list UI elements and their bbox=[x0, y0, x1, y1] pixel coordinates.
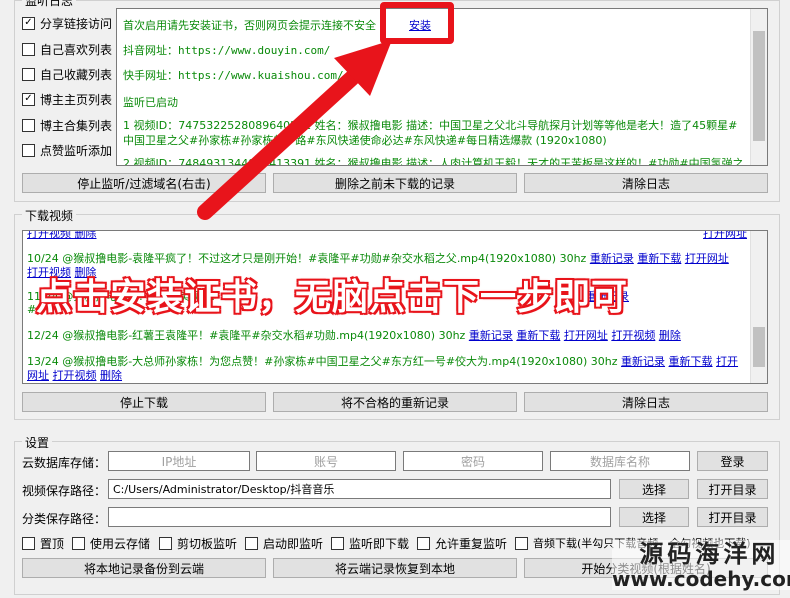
download-row-partial: 打开视频 删除 bbox=[27, 230, 97, 240]
stop-monitor-button[interactable]: 停止监听/过滤域名(右击) bbox=[22, 173, 266, 193]
ip-input[interactable]: IP地址 bbox=[108, 451, 250, 471]
log-entry-2: 2 视频ID：7484931344893413391 姓名：猴叔撸电影 描述：人… bbox=[123, 157, 744, 166]
watermark: 源码海洋网 www.codehy.com bbox=[612, 540, 790, 590]
restore-from-cloud-button[interactable]: 将云端记录恢复到本地 bbox=[273, 558, 517, 578]
login-button[interactable]: 登录 bbox=[697, 451, 768, 471]
open-url-link[interactable]: 打开网址 bbox=[564, 329, 608, 342]
option-like-monitor[interactable]: 点赞监听添加 bbox=[22, 141, 112, 159]
dbname-input[interactable]: 数据库名称 bbox=[550, 451, 690, 471]
choose-category-path-button[interactable]: 选择 bbox=[619, 507, 689, 527]
download-row-10: 10/24 @猴叔撸电影-袁隆平疯了！不过这才只是刚开始！#袁隆平#功勋#杂交水… bbox=[27, 252, 729, 265]
watermark-title: 源码海洋网 bbox=[639, 540, 780, 568]
download-row-partial-open-url[interactable]: 打开网址 bbox=[703, 231, 747, 241]
rerecord-link[interactable]: 重新记录 bbox=[621, 355, 665, 368]
monitor-log-scroll-thumb[interactable] bbox=[753, 31, 765, 141]
open-video-dir-button[interactable]: 打开目录 bbox=[697, 479, 768, 499]
settings-group-title: 设置 bbox=[22, 434, 53, 451]
log-started: 监听已启动 bbox=[123, 96, 178, 109]
category-path-input[interactable] bbox=[108, 507, 611, 527]
checkbox-my-likes[interactable] bbox=[22, 42, 35, 56]
clear-monitor-log-button[interactable]: 清除日志 bbox=[524, 173, 768, 193]
option-my-favorites[interactable]: 自己收藏列表 bbox=[22, 65, 112, 83]
option-clipboard-monitor[interactable]: 剪切板监听 bbox=[159, 535, 237, 551]
log-notice: 首次启用请先安装证书，否则网页会提示连接不安全 bbox=[123, 19, 376, 32]
backup-to-cloud-button[interactable]: 将本地记录备份到云端 bbox=[22, 558, 266, 578]
choose-video-path-button[interactable]: 选择 bbox=[619, 479, 689, 499]
option-use-cloud[interactable]: 使用云存储 bbox=[72, 535, 150, 551]
category-path-label: 分类保存路径： bbox=[22, 512, 107, 526]
delete-link[interactable]: 删除 bbox=[100, 369, 122, 382]
download-row-11-wrap: # bbox=[27, 303, 37, 316]
open-url-link[interactable]: 打开网址 bbox=[685, 252, 729, 265]
redownload-link[interactable]: 重新下载 bbox=[669, 355, 713, 368]
checkbox-my-favorites[interactable] bbox=[22, 67, 35, 81]
open-video-link[interactable]: 打开视频 bbox=[53, 369, 97, 382]
download-log-scroll-thumb[interactable] bbox=[753, 327, 765, 367]
option-blogger-home[interactable]: ✓ 博主主页列表 bbox=[22, 90, 112, 108]
watermark-url: www.codehy.com bbox=[612, 567, 790, 591]
checkbox-like-monitor[interactable] bbox=[22, 143, 35, 157]
url-link[interactable]: 网址 bbox=[27, 369, 49, 382]
video-path-input[interactable]: C:/Users/Administrator/Desktop/抖音音乐 bbox=[108, 479, 611, 499]
checkbox-share-link[interactable]: ✓ bbox=[22, 16, 35, 30]
rerecord-failed-button[interactable]: 将不合格的重新记录 bbox=[273, 392, 517, 412]
redownload-link[interactable]: 重新下载 bbox=[516, 329, 560, 342]
option-allow-repeat[interactable]: 允许重复监听 bbox=[417, 535, 507, 551]
monitor-log-scrollbar[interactable] bbox=[750, 9, 767, 165]
option-monitor-on-start[interactable]: 启动即监听 bbox=[245, 535, 323, 551]
option-my-likes[interactable]: 自己喜欢列表 bbox=[22, 40, 112, 58]
redownload-link[interactable]: 重新下载 bbox=[637, 252, 681, 265]
rerecord-link[interactable]: 重新记录 bbox=[590, 252, 634, 265]
monitor-group-title: 监听日志 bbox=[22, 0, 77, 9]
download-row-12: 12/24 @猴叔撸电影-红薯王袁隆平！#袁隆平#杂交水稻#功勋.mp4(192… bbox=[27, 329, 681, 342]
download-log-scrollbar[interactable] bbox=[750, 231, 767, 383]
instruction-caption: 点击安装证书，无脑点击下一步即可 bbox=[35, 276, 629, 319]
option-pin-top[interactable]: 置顶 bbox=[22, 535, 64, 551]
stop-download-button[interactable]: 停止下载 bbox=[22, 392, 266, 412]
open-category-dir-button[interactable]: 打开目录 bbox=[697, 507, 768, 527]
log-entry-1b: 中国卫星之父#孙家栋#孙家栋的一路#东风快递使命必达#东风快递#每日精选爆款 (… bbox=[123, 134, 607, 147]
option-blogger-collection[interactable]: 博主合集列表 bbox=[22, 116, 112, 134]
delete-undownloaded-button[interactable]: 删除之前未下载的记录 bbox=[273, 173, 517, 193]
checkbox-blogger-collection[interactable] bbox=[22, 118, 35, 132]
download-group-title: 下载视频 bbox=[22, 207, 77, 224]
password-input[interactable]: 密码 bbox=[403, 451, 543, 471]
install-highlight-box bbox=[380, 2, 454, 44]
open-link[interactable]: 打开 bbox=[716, 355, 738, 368]
checkbox-blogger-home[interactable]: ✓ bbox=[22, 92, 35, 106]
video-path-label: 视频保存路径： bbox=[22, 484, 107, 498]
download-row-13: 13/24 @猴叔撸电影-大总师孙家栋！为您点赞！#孙家栋#中国卫星之父#东方红… bbox=[27, 355, 739, 368]
rerecord-link[interactable]: 重新记录 bbox=[469, 329, 513, 342]
option-share-link[interactable]: ✓ 分享链接访问 bbox=[22, 14, 112, 32]
open-video-link[interactable]: 打开视频 bbox=[611, 329, 655, 342]
delete-link[interactable]: 删除 bbox=[659, 329, 681, 342]
clear-download-log-button[interactable]: 清除日志 bbox=[524, 392, 768, 412]
log-douyin: 抖音网址：https://www.douyin.com/ bbox=[123, 44, 331, 57]
log-kuaishou: 快手网址：https://www.kuaishou.com/ bbox=[123, 69, 344, 82]
log-entry-1a: 1 视频ID：7475322528089640201 姓名：猴叔撸电影 描述：中… bbox=[123, 119, 738, 132]
cloud-db-label: 云数据库存储： bbox=[22, 456, 107, 470]
option-download-on-monitor[interactable]: 监听即下载 bbox=[331, 535, 409, 551]
account-input[interactable]: 账号 bbox=[256, 451, 396, 471]
download-row-13-wrap: 网址 打开视频 删除 bbox=[27, 367, 122, 383]
